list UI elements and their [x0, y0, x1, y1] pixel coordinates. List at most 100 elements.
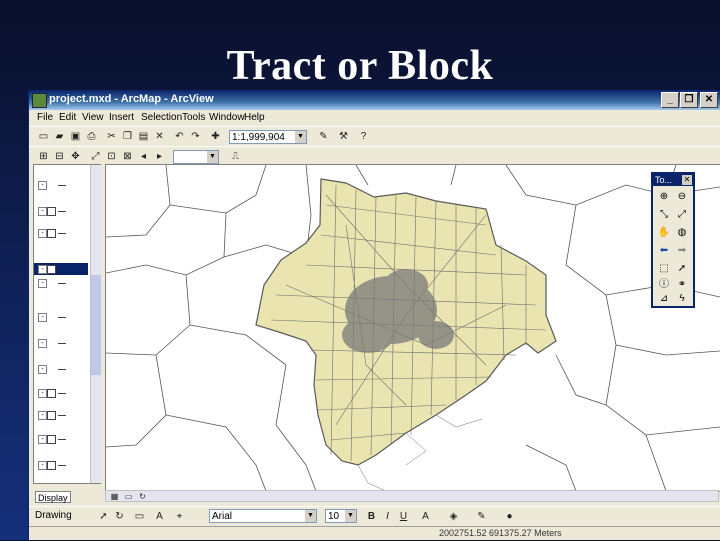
- tools-palette-title-bar[interactable]: To... ✕: [653, 174, 693, 186]
- zoom-in-fixed-icon[interactable]: ⊞: [37, 150, 50, 163]
- map-horizontal-scrollbar[interactable]: ▦ ▭ ↻: [105, 490, 719, 502]
- layer-checkbox[interactable]: [47, 265, 56, 274]
- forward-arrow-icon[interactable]: ➡: [675, 244, 689, 258]
- pan-hand-icon[interactable]: ✋: [657, 226, 671, 240]
- layout-zoom-combo[interactable]: ▼: [173, 150, 219, 164]
- menu-edit[interactable]: Edit: [59, 112, 76, 123]
- map-display[interactable]: [105, 164, 720, 492]
- drawing-menu[interactable]: Drawing: [35, 510, 72, 521]
- font-size-combo[interactable]: 10 ▼: [325, 509, 357, 523]
- previous-extent-icon[interactable]: ◂: [137, 150, 150, 163]
- collapse-icon[interactable]: -: [38, 339, 47, 348]
- select-elements-arrow-icon[interactable]: ➚: [675, 262, 689, 276]
- layer-checkbox[interactable]: [47, 389, 56, 398]
- next-extent-icon[interactable]: ▸: [153, 150, 166, 163]
- zoom-out-fixed-icon[interactable]: ⊟: [53, 150, 66, 163]
- select-features-icon[interactable]: ⬚: [657, 262, 671, 276]
- fixed-zoom-in-icon[interactable]: ⤡: [657, 208, 671, 222]
- delete-icon[interactable]: ✕: [153, 130, 166, 143]
- collapse-icon[interactable]: -: [38, 265, 47, 274]
- toc-layer-row[interactable]: -: [34, 459, 88, 471]
- scrollbar-thumb[interactable]: [91, 275, 101, 375]
- collapse-icon[interactable]: -: [38, 435, 47, 444]
- undo-icon[interactable]: ↶: [173, 130, 186, 143]
- measure-icon[interactable]: ⊿: [657, 292, 671, 306]
- refresh-view-icon[interactable]: ↻: [136, 490, 149, 503]
- save-icon[interactable]: ▣: [69, 130, 82, 143]
- full-extent-globe-icon[interactable]: ◍: [675, 226, 689, 240]
- rotate-icon[interactable]: ↻: [113, 510, 126, 523]
- hyperlink-bolt-icon[interactable]: ϟ: [675, 292, 689, 306]
- collapse-icon[interactable]: -: [38, 461, 47, 470]
- marker-color-icon[interactable]: ●: [503, 510, 516, 523]
- collapse-icon[interactable]: -: [38, 313, 47, 322]
- toc-layer-row[interactable]: -: [34, 409, 88, 421]
- toc-layer-row[interactable]: -: [34, 387, 88, 399]
- edit-vertices-icon[interactable]: ⌖: [173, 510, 186, 523]
- line-color-icon[interactable]: ✎: [475, 510, 488, 523]
- collapse-icon[interactable]: -: [38, 365, 47, 374]
- select-elements-icon[interactable]: ➚: [97, 510, 110, 523]
- fixed-zoom-icon[interactable]: ⊠: [121, 150, 134, 163]
- pan-layout-icon[interactable]: ✥: [69, 150, 82, 163]
- print-icon[interactable]: ⎙: [85, 130, 98, 143]
- close-icon[interactable]: ✕: [682, 175, 692, 185]
- collapse-icon[interactable]: -: [38, 279, 47, 288]
- toggle-draft-mode-icon[interactable]: ⎍: [229, 150, 242, 163]
- italic-button[interactable]: I: [381, 510, 394, 523]
- paste-icon[interactable]: ▤: [137, 130, 150, 143]
- fill-color-icon[interactable]: ◈: [447, 510, 460, 523]
- zoom-in-icon[interactable]: ⊕: [657, 190, 671, 204]
- new-document-icon[interactable]: ▭: [37, 130, 50, 143]
- collapse-icon[interactable]: -: [38, 207, 47, 216]
- toc-layer-row[interactable]: -: [34, 337, 88, 349]
- find-binoculars-icon[interactable]: ⚭: [675, 278, 689, 292]
- restore-button[interactable]: ❐: [680, 92, 698, 108]
- tab-display[interactable]: Display: [35, 491, 71, 503]
- fixed-zoom-out-icon[interactable]: ⤢: [675, 208, 689, 222]
- zoom-out-icon[interactable]: ⊖: [675, 190, 689, 204]
- toc-layer-row[interactable]: -: [34, 205, 88, 217]
- toc-layer-row-selected[interactable]: -: [34, 263, 88, 275]
- close-button[interactable]: ✕: [700, 92, 718, 108]
- layout-view-icon[interactable]: ▭: [122, 490, 135, 503]
- redo-icon[interactable]: ↷: [189, 130, 202, 143]
- menu-file[interactable]: File: [37, 112, 53, 123]
- copy-icon[interactable]: ❐: [121, 130, 134, 143]
- toc-layer-row[interactable]: -: [34, 311, 88, 323]
- arctoolbox-icon[interactable]: ⚒: [337, 130, 350, 143]
- underline-button[interactable]: U: [397, 510, 410, 523]
- collapse-icon[interactable]: -: [38, 411, 47, 420]
- back-arrow-icon[interactable]: ⬅: [657, 244, 671, 258]
- menu-help[interactable]: Help: [244, 112, 265, 123]
- menu-tools[interactable]: Tools: [182, 112, 205, 123]
- layer-checkbox[interactable]: [47, 461, 56, 470]
- menu-insert[interactable]: Insert: [109, 112, 134, 123]
- layer-checkbox[interactable]: [47, 411, 56, 420]
- minimize-button[interactable]: _: [661, 92, 679, 108]
- layer-checkbox[interactable]: [47, 207, 56, 216]
- layer-checkbox[interactable]: [47, 229, 56, 238]
- text-tool-icon[interactable]: A: [153, 510, 166, 523]
- open-folder-icon[interactable]: ▰: [53, 130, 66, 143]
- add-data-icon[interactable]: ✚: [209, 130, 222, 143]
- bold-button[interactable]: B: [365, 510, 378, 523]
- zoom-100-icon[interactable]: ⊡: [105, 150, 118, 163]
- data-view-icon[interactable]: ▦: [108, 490, 121, 503]
- collapse-icon[interactable]: -: [38, 229, 47, 238]
- collapse-icon[interactable]: -: [38, 389, 47, 398]
- toc-layer-row[interactable]: -: [34, 363, 88, 375]
- whats-this-icon[interactable]: ?: [357, 130, 370, 143]
- zoom-whole-page-icon[interactable]: ⤢: [89, 150, 102, 163]
- map-scale-combo[interactable]: 1:1,999,904 ▼: [229, 130, 307, 144]
- rectangle-tool-icon[interactable]: ▭: [133, 510, 146, 523]
- menu-window[interactable]: Window: [209, 112, 245, 123]
- menu-selection[interactable]: Selection: [141, 112, 182, 123]
- toc-layer-row[interactable]: -: [34, 227, 88, 239]
- font-family-combo[interactable]: Arial ▼: [209, 509, 317, 523]
- toc-vertical-scrollbar[interactable]: [90, 165, 101, 483]
- window-title-bar[interactable]: project.mxd - ArcMap - ArcView _ ❐ ✕: [29, 90, 720, 110]
- toc-layer-row[interactable]: -: [34, 277, 88, 289]
- menu-view[interactable]: View: [82, 112, 104, 123]
- editor-toolbar-icon[interactable]: ✎: [317, 130, 330, 143]
